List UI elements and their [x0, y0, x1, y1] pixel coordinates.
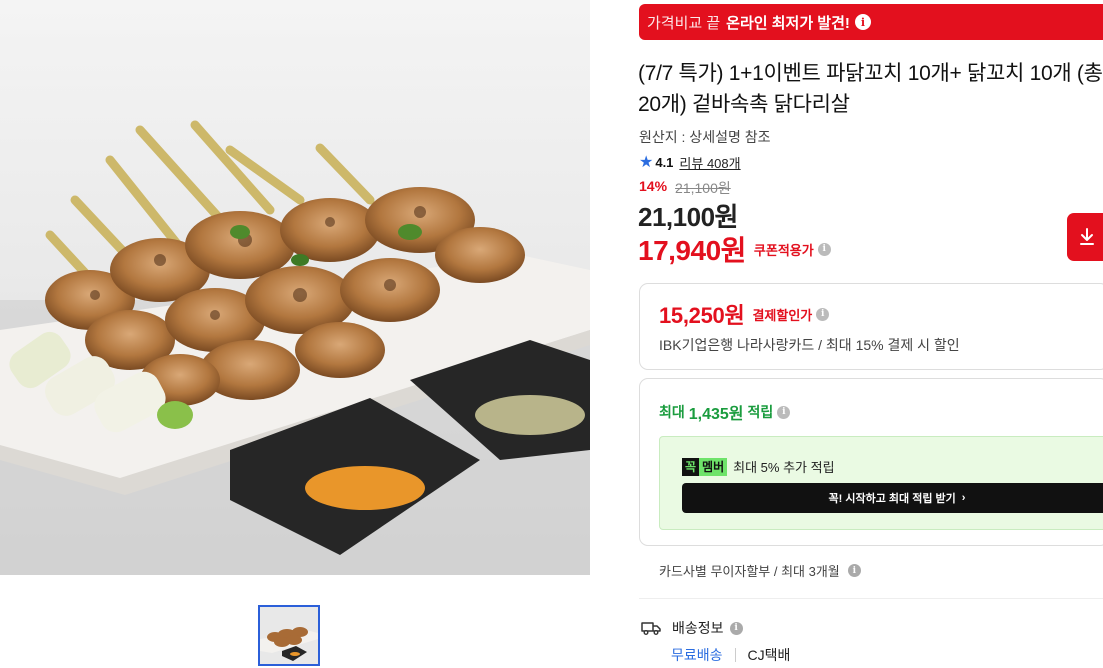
info-icon[interactable]: i: [847, 564, 861, 577]
member-badge-part-2: 멤버: [699, 457, 728, 476]
coupon-label: 쿠폰적용가: [753, 242, 814, 258]
member-row: 꼭 멤버 최대 5% 추가 적립: [682, 457, 835, 476]
delivery-row: 무료배송 CJ택배: [671, 645, 790, 665]
installment-text: 카드사별 무이자할부 / 최대 3개월: [659, 564, 840, 579]
payment-price: 15,250원: [659, 303, 745, 328]
chevron-right-icon: ›: [961, 492, 966, 504]
points-prefix: 최대: [659, 404, 685, 420]
info-icon[interactable]: i: [729, 621, 743, 635]
info-icon[interactable]: i: [777, 405, 791, 419]
truck-icon: [641, 622, 661, 635]
product-title: (7/7 특가) 1+1이벤트 파닭꼬치 10개+ 닭꼬치 10개 (총20개)…: [638, 62, 1103, 116]
free-shipping-label: 무료배송: [671, 647, 723, 663]
payment-label: 결제할인가: [752, 307, 813, 323]
carrier-name: CJ택배: [747, 647, 791, 663]
rating-score: 4.1: [655, 154, 674, 170]
coupon-download-button[interactable]: [1067, 213, 1103, 261]
coupon-price-row: 17,940원 쿠폰적용가 i: [638, 229, 831, 269]
rating-row: ★ 4.1 리뷰 408개: [639, 152, 741, 172]
separator: [734, 648, 736, 662]
discount-rate: 14%: [639, 178, 668, 194]
delivery-heading-row: 배송정보 i: [641, 618, 743, 638]
discount-row: 14% 21,100원: [639, 178, 731, 198]
info-icon[interactable]: i: [817, 242, 831, 256]
payment-discount-card: 15,250원 결제할인가 i IBK기업은행 나라사랑카드 / 최대 15% …: [639, 283, 1103, 370]
lowest-price-banner[interactable]: 가격비교 끝 온라인 최저가 발견! i: [639, 4, 1103, 40]
member-signup-button[interactable]: 꼭! 시작하고 최대 적립 받기 ›: [682, 483, 1103, 513]
thumbnail-photo: [260, 607, 318, 664]
divider: [639, 598, 1103, 599]
coupon-price: 17,940원: [638, 235, 746, 266]
product-main-image[interactable]: [0, 0, 590, 575]
review-count-link[interactable]: 리뷰 408개: [679, 153, 740, 172]
points-card: 최대 1,435원 적립 i 꼭 멤버 최대 5% 추가 적립 꼭! 시작하고 …: [639, 378, 1103, 546]
info-icon[interactable]: i: [816, 307, 830, 321]
original-price: 21,100원: [675, 180, 731, 196]
member-benefit-box: 꼭 멤버 최대 5% 추가 적립 꼭! 시작하고 최대 적립 받기 ›: [659, 436, 1103, 530]
points-amount: 1,435원: [688, 406, 744, 423]
payment-price-row: 15,250원 결제할인가 i: [659, 298, 830, 330]
origin-text: 원산지 : 상세설명 참조: [639, 129, 771, 145]
product-photo: [0, 0, 590, 575]
points-suffix: 적립: [747, 404, 774, 420]
thumbnail-image[interactable]: [258, 605, 320, 666]
info-icon[interactable]: i: [854, 14, 871, 30]
points-row: 최대 1,435원 적립 i: [659, 400, 791, 424]
payment-description: IBK기업은행 나라사랑카드 / 최대 15% 결제 시 할인: [659, 337, 960, 353]
member-badge: 꼭 멤버: [682, 457, 728, 476]
member-signup-label: 꼭! 시작하고 최대 적립 받기: [828, 493, 956, 505]
installment-info: 카드사별 무이자할부 / 최대 3개월 i: [659, 561, 861, 580]
banner-strong-text: 온라인 최저가 발견!: [726, 14, 850, 32]
member-badge-part-1: 꼭: [682, 457, 700, 476]
banner-light-text: 가격비교 끝: [647, 14, 721, 32]
delivery-heading: 배송정보: [672, 620, 724, 636]
member-benefit-text: 최대 5% 추가 적립: [733, 460, 835, 475]
download-icon: [1080, 228, 1094, 245]
star-icon: ★: [639, 154, 654, 171]
